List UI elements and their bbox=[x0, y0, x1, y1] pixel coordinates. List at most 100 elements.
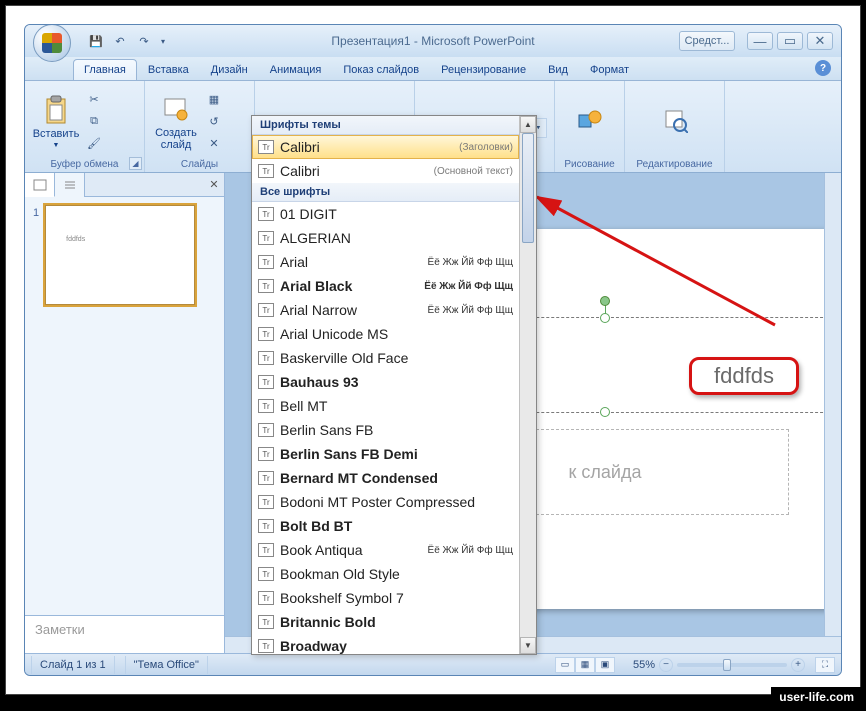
slideshow-view-button[interactable]: ▣ bbox=[595, 657, 615, 673]
scroll-thumb[interactable] bbox=[522, 133, 534, 243]
font-name: Calibri bbox=[280, 139, 320, 155]
font-item[interactable]: TrBroadway bbox=[252, 634, 519, 654]
zoom-slider[interactable] bbox=[677, 663, 787, 667]
watermark: user-life.com bbox=[771, 687, 862, 707]
zoom-out-button[interactable]: − bbox=[659, 658, 673, 672]
close-button[interactable]: ✕ bbox=[807, 32, 833, 50]
slide-thumbnail[interactable]: fddfds bbox=[45, 205, 195, 305]
font-item[interactable]: Tr Arial Unicode MS bbox=[252, 322, 519, 346]
format-painter-button[interactable]: 🖌 bbox=[83, 134, 105, 154]
tab-view[interactable]: Вид bbox=[537, 59, 579, 80]
font-item[interactable]: TrBerlin Sans FB bbox=[252, 418, 519, 442]
tab-design[interactable]: Дизайн bbox=[200, 59, 259, 80]
restore-button[interactable]: ▭ bbox=[777, 32, 803, 50]
font-item[interactable]: TrBookman Old Style bbox=[252, 562, 519, 586]
font-name: 01 DIGIT bbox=[280, 206, 337, 222]
outline-tab[interactable] bbox=[55, 173, 85, 197]
editing-button[interactable] bbox=[642, 89, 708, 155]
font-item[interactable]: TrArial BlackЁё Жж Йй Фф Щщ bbox=[252, 274, 519, 298]
truetype-icon: Tr bbox=[258, 255, 274, 269]
help-icon[interactable]: ? bbox=[815, 60, 831, 76]
font-item[interactable]: Tr Bolt Bd BT bbox=[252, 514, 519, 538]
font-name: Broadway bbox=[280, 638, 347, 654]
font-item[interactable]: TrBaskerville Old Face bbox=[252, 346, 519, 370]
sorter-view-button[interactable]: ▦ bbox=[575, 657, 595, 673]
copy-button[interactable]: ⧉ bbox=[83, 112, 105, 132]
font-item[interactable]: Tr Bernard MT Condensed bbox=[252, 466, 519, 490]
slides-tab[interactable] bbox=[25, 173, 55, 197]
truetype-icon: Tr bbox=[258, 140, 274, 154]
zoom-in-button[interactable]: + bbox=[791, 658, 805, 672]
qat-customize-button[interactable]: ▾ bbox=[157, 30, 169, 52]
font-item[interactable]: TrBodoni MT Poster Compressed bbox=[252, 490, 519, 514]
minimize-button[interactable]: — bbox=[747, 32, 773, 50]
font-dropdown[interactable]: Шрифты темы TrCalibri(Заголовки)TrCalibr… bbox=[251, 115, 537, 655]
font-name: ALGERIAN bbox=[280, 230, 351, 246]
font-item[interactable]: TrCalibri(Заголовки) bbox=[252, 135, 519, 159]
truetype-icon: Tr bbox=[258, 399, 274, 413]
font-name: Bodoni MT Poster Compressed bbox=[280, 494, 475, 510]
font-hint: (Основной текст) bbox=[434, 166, 513, 177]
truetype-icon: Tr bbox=[258, 447, 274, 461]
font-name: Berlin Sans FB bbox=[280, 422, 373, 438]
font-item[interactable]: TrBookshelf Symbol 7 bbox=[252, 586, 519, 610]
truetype-icon: Tr bbox=[258, 471, 274, 485]
font-item[interactable]: TrArialЁё Жж Йй Фф Щщ bbox=[252, 250, 519, 274]
font-section-theme: Шрифты темы bbox=[252, 116, 519, 135]
normal-view-button[interactable]: ▭ bbox=[555, 657, 575, 673]
paste-button[interactable]: Вставить ▼ bbox=[33, 89, 79, 155]
cut-button[interactable]: ✂ bbox=[83, 90, 105, 110]
font-section-all: Все шрифты bbox=[252, 183, 519, 202]
panel-close-button[interactable]: ✕ bbox=[204, 173, 224, 196]
delete-button[interactable]: ✕ bbox=[203, 134, 225, 154]
vertical-scrollbar[interactable] bbox=[824, 173, 841, 636]
font-item[interactable]: TrBook AntiquaЁё Жж Йй Фф Щщ bbox=[252, 538, 519, 562]
drawing-button[interactable] bbox=[563, 89, 616, 155]
font-item[interactable]: TrCalibri(Основной текст) bbox=[252, 159, 519, 183]
font-name: Bookshelf Symbol 7 bbox=[280, 590, 404, 606]
font-name: Bernard MT Condensed bbox=[280, 470, 438, 486]
font-name: Bolt Bd BT bbox=[280, 518, 352, 534]
titlebar: 💾 ↶ ↷ ▾ Презентация1 - Microsoft PowerPo… bbox=[25, 25, 841, 57]
truetype-icon: Tr bbox=[258, 519, 274, 533]
tab-animation[interactable]: Анимация bbox=[259, 59, 333, 80]
scroll-up-button[interactable]: ▲ bbox=[520, 116, 536, 133]
office-button[interactable] bbox=[33, 24, 71, 62]
tab-insert[interactable]: Вставка bbox=[137, 59, 200, 80]
tab-format[interactable]: Формат bbox=[579, 59, 640, 80]
redo-button[interactable]: ↷ bbox=[133, 30, 155, 52]
font-item[interactable]: TrBell MT bbox=[252, 394, 519, 418]
font-item[interactable]: Tr01 DIGIT bbox=[252, 202, 519, 226]
font-item[interactable]: TrArial NarrowЁё Жж Йй Фф Щщ bbox=[252, 298, 519, 322]
truetype-icon: Tr bbox=[258, 375, 274, 389]
tab-slideshow[interactable]: Показ слайдов bbox=[332, 59, 430, 80]
font-item[interactable]: TrALGERIAN bbox=[252, 226, 519, 250]
font-item[interactable]: TrBerlin Sans FB Demi bbox=[252, 442, 519, 466]
clipboard-launcher[interactable]: ◢ bbox=[129, 157, 142, 170]
tab-home[interactable]: Главная bbox=[73, 59, 137, 80]
font-item[interactable]: TrBritannic Bold bbox=[252, 610, 519, 634]
fit-button[interactable]: ⛶ bbox=[815, 657, 835, 673]
truetype-icon: Tr bbox=[258, 327, 274, 341]
new-slide-icon bbox=[162, 93, 190, 125]
title-text-callout: fddfds bbox=[689, 357, 799, 395]
new-slide-button[interactable]: Создать слайд bbox=[153, 89, 199, 155]
scroll-down-button[interactable]: ▼ bbox=[520, 637, 536, 654]
dropdown-scrollbar[interactable]: ▲ ▼ bbox=[519, 116, 536, 654]
contextual-tab-tools[interactable]: Средст... bbox=[679, 31, 735, 51]
truetype-icon: Tr bbox=[258, 567, 274, 581]
save-button[interactable]: 💾 bbox=[85, 30, 107, 52]
reset-button[interactable]: ↺ bbox=[203, 112, 225, 132]
font-sample: Ёё Жж Йй Фф Щщ bbox=[424, 281, 513, 292]
truetype-icon: Tr bbox=[258, 615, 274, 629]
font-sample: Ёё Жж Йй Фф Щщ bbox=[428, 305, 513, 316]
tab-review[interactable]: Рецензирование bbox=[430, 59, 537, 80]
layout-button[interactable]: ▦ bbox=[203, 90, 225, 110]
undo-button[interactable]: ↶ bbox=[109, 30, 131, 52]
font-name: Baskerville Old Face bbox=[280, 350, 408, 366]
font-name: Arial Unicode MS bbox=[280, 326, 388, 342]
notes-pane[interactable]: Заметки bbox=[25, 615, 225, 653]
font-item[interactable]: TrBauhaus 93 bbox=[252, 370, 519, 394]
zoom-thumb[interactable] bbox=[723, 659, 731, 671]
app-window: 💾 ↶ ↷ ▾ Презентация1 - Microsoft PowerPo… bbox=[24, 24, 842, 676]
